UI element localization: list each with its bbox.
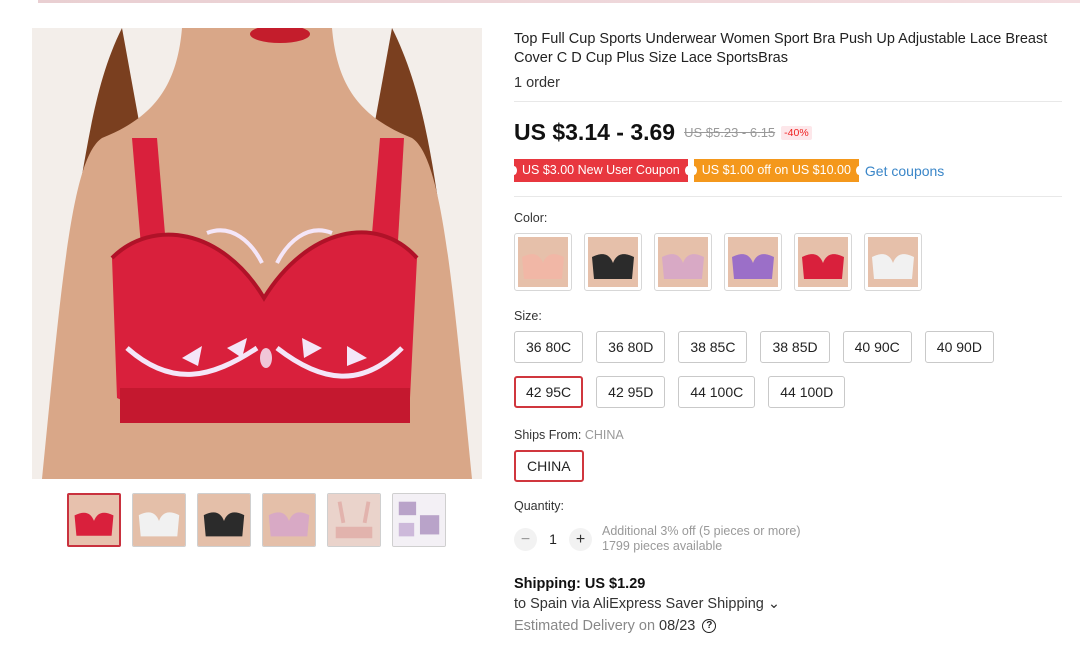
color-swatch-purple[interactable]	[724, 233, 782, 291]
ships-from-title: Ships From:	[514, 428, 582, 442]
color-swatch-red[interactable]	[794, 233, 852, 291]
swatch-image	[588, 237, 638, 287]
color-swatch-white[interactable]	[864, 233, 922, 291]
color-options	[514, 233, 1064, 291]
order-count: 1 order	[514, 75, 560, 91]
thumbnail[interactable]	[67, 493, 121, 547]
new-user-coupon[interactable]: US $3.00 New User Coupon	[511, 159, 691, 182]
delivery-date: 08/23	[659, 618, 696, 634]
current-price: US $3.14 - 3.69	[514, 119, 676, 145]
swatch-image	[868, 237, 918, 287]
color-label: Color:	[514, 211, 548, 225]
quantity-value[interactable]: 1	[537, 531, 569, 547]
estimated-delivery: Estimated Delivery on 08/23 ?	[514, 618, 1064, 634]
swatch-image	[728, 237, 778, 287]
estimated-delivery-label: Estimated Delivery on	[514, 618, 656, 634]
thumbnail-image	[263, 494, 315, 546]
swatch-image	[518, 237, 568, 287]
size-option[interactable]: 40 90C	[842, 331, 912, 363]
product-photo	[32, 28, 482, 479]
size-label: Size:	[514, 309, 542, 323]
shipping-cost: Shipping: US $1.29	[514, 576, 646, 592]
help-icon[interactable]: ?	[702, 619, 717, 633]
size-option[interactable]: 44 100D	[768, 376, 846, 408]
get-coupons-link[interactable]: Get coupons	[865, 163, 944, 179]
size-option[interactable]: 42 95D	[596, 376, 666, 408]
thumbnail-image	[69, 495, 119, 545]
bulk-discount-note: Additional 3% off (5 pieces or more)	[602, 524, 801, 538]
thumbnail-image	[198, 494, 250, 546]
ships-from-option[interactable]: CHINA	[514, 450, 584, 482]
thumbnail[interactable]	[392, 493, 446, 547]
divider	[514, 196, 1062, 197]
size-option[interactable]: 36 80C	[514, 331, 584, 363]
product-title: Top Full Cup Sports Underwear Women Spor…	[514, 31, 1048, 66]
quantity-label: Quantity:	[514, 499, 565, 513]
quantity-increase-button[interactable]: +	[569, 527, 592, 551]
thumbnail[interactable]	[197, 493, 251, 547]
price-row: US $3.14 - 3.69 US $5.23 - 6.15 -40%	[514, 119, 1064, 146]
color-swatch-nude[interactable]	[514, 233, 572, 291]
quantity-decrease-button[interactable]: −	[514, 527, 537, 551]
thumbnail[interactable]	[327, 493, 381, 547]
thumbnail-strip	[67, 493, 446, 547]
color-swatch-pink[interactable]	[654, 233, 712, 291]
stock-available: 1799 pieces available	[602, 539, 723, 553]
original-price: US $5.23 - 6.15	[684, 125, 776, 140]
thumbnail[interactable]	[132, 493, 186, 547]
discount-badge: -40%	[781, 125, 812, 140]
thumbnail-image	[393, 494, 445, 546]
thumbnail[interactable]	[262, 493, 316, 547]
size-options: 36 80C 36 80D 38 85C 38 85D 40 90C 40 90…	[514, 331, 1074, 408]
ships-from-label: Ships From: CHINA	[514, 428, 1064, 442]
size-option[interactable]: 40 90D	[924, 331, 994, 363]
size-option[interactable]: 38 85D	[760, 331, 830, 363]
size-option[interactable]: 36 80D	[596, 331, 666, 363]
coupon-row: US $3.00 New User Coupon US $1.00 off on…	[511, 159, 1064, 182]
color-swatch-black[interactable]	[584, 233, 642, 291]
thumbnail-image	[133, 494, 185, 546]
quantity-notes: Additional 3% off (5 pieces or more) 179…	[602, 524, 800, 554]
main-product-image[interactable]	[32, 28, 482, 479]
divider	[514, 101, 1062, 102]
product-info: Top Full Cup Sports Underwear Women Spor…	[511, 30, 1064, 634]
store-coupon[interactable]: US $1.00 off on US $10.00	[690, 159, 863, 182]
size-option[interactable]: 44 100C	[678, 376, 756, 408]
shipping-method[interactable]: to Spain via AliExpress Saver Shipping ⌄	[514, 596, 1064, 612]
swatch-image	[798, 237, 848, 287]
size-option[interactable]: 38 85C	[678, 331, 748, 363]
thumbnail-image	[328, 494, 380, 546]
quantity-stepper: − 1 + Additional 3% off (5 pieces or mor…	[514, 524, 1064, 554]
size-option-selected[interactable]: 42 95C	[514, 376, 584, 408]
top-accent-line	[38, 0, 1080, 3]
swatch-image	[658, 237, 708, 287]
ships-from-value: CHINA	[584, 428, 624, 442]
